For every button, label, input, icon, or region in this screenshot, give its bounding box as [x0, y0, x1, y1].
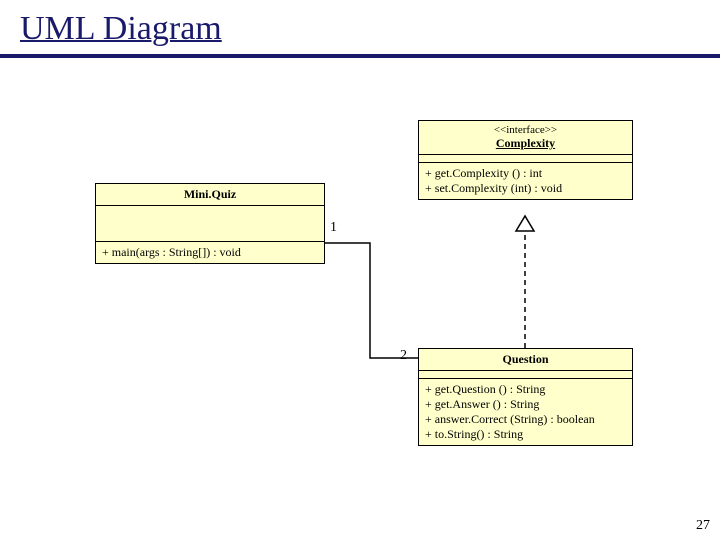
- miniquiz-attrs: [96, 206, 324, 242]
- question-name: Question: [419, 349, 632, 371]
- question-attrs: [419, 371, 632, 379]
- slide-number: 27: [696, 518, 710, 534]
- question-methods: + get.Question () : String + get.Answer …: [419, 379, 632, 445]
- miniquiz-method-0: + main(args : String[]) : void: [102, 245, 318, 260]
- class-miniquiz: Mini.Quiz + main(args : String[]) : void: [95, 183, 325, 264]
- complexity-method-0: + get.Complexity () : int: [425, 166, 626, 181]
- complexity-stereotype: <<interface>>: [419, 121, 632, 136]
- question-method-3: + to.String() : String: [425, 427, 626, 442]
- complexity-method-1: + set.Complexity (int) : void: [425, 181, 626, 196]
- complexity-attrs: [419, 155, 632, 163]
- miniquiz-methods: + main(args : String[]) : void: [96, 242, 324, 263]
- complexity-name: Complexity: [419, 136, 632, 155]
- question-method-2: + answer.Correct (String) : boolean: [425, 412, 626, 427]
- page-title: UML Diagram: [20, 10, 222, 47]
- miniquiz-name: Mini.Quiz: [96, 184, 324, 206]
- multiplicity-1: 1: [330, 220, 337, 236]
- diagram-canvas: <<interface>> Complexity + get.Complexit…: [0, 58, 720, 528]
- question-method-0: + get.Question () : String: [425, 382, 626, 397]
- complexity-methods: + get.Complexity () : int + set.Complexi…: [419, 163, 632, 199]
- class-question: Question + get.Question () : String + ge…: [418, 348, 633, 446]
- multiplicity-2: 2: [400, 348, 407, 364]
- question-method-1: + get.Answer () : String: [425, 397, 626, 412]
- class-complexity: <<interface>> Complexity + get.Complexit…: [418, 120, 633, 200]
